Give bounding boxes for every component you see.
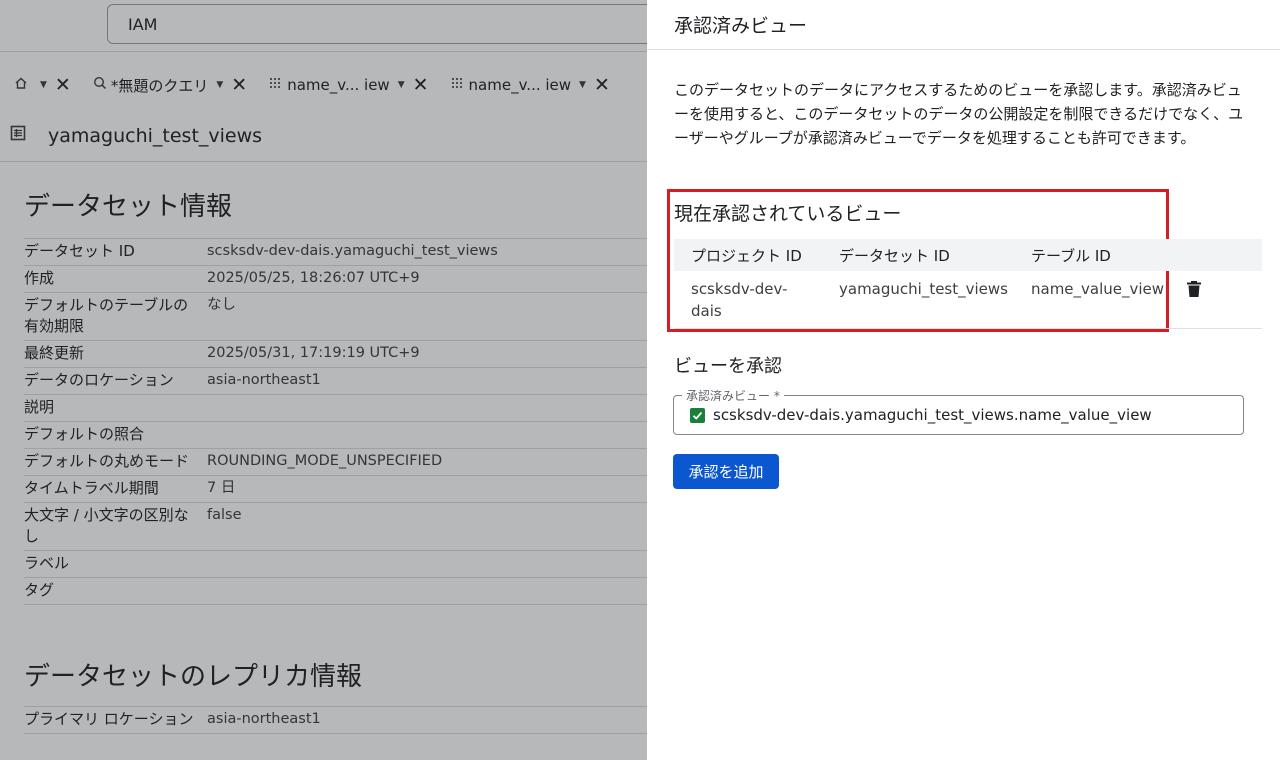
checkbox-checked-icon — [690, 407, 705, 423]
authorize-view-title: ビューを承認 — [674, 356, 782, 377]
column-header: データセット ID — [822, 239, 1014, 271]
delete-cell — [1186, 271, 1262, 329]
panel-description: このデータセットのデータにアクセスするためのビューを承認します。承認済みビューを… — [674, 81, 1244, 147]
field-value: scsksdv-dev-dais.yamaguchi_test_views.na… — [690, 406, 1152, 424]
field-label: 承認済みビュー * — [682, 387, 784, 404]
column-header: テーブル ID — [1014, 239, 1186, 271]
column-header — [1186, 239, 1262, 271]
authorized-view-field[interactable]: 承認済みビュー * scsksdv-dev-dais.yamaguchi_tes… — [673, 387, 1244, 435]
table-id-cell: name_value_view — [1014, 271, 1186, 329]
project-id-cell: scsksdv-dev-dais — [674, 271, 822, 329]
column-header: プロジェクト ID — [674, 239, 822, 271]
table-header-row: プロジェクト ID データセット ID テーブル ID — [674, 239, 1262, 271]
current-views-title: 現在承認されているビュー — [674, 203, 902, 225]
authorized-views-panel: 承認済みビュー このデータセットのデータにアクセスするためのビューを承認します。… — [647, 0, 1280, 760]
table-row: scsksdv-dev-dais yamaguchi_test_views na… — [674, 271, 1262, 329]
panel-title: 承認済みビュー — [647, 0, 1280, 50]
modal-scrim[interactable] — [0, 0, 647, 760]
authorized-views-table: プロジェクト ID データセット ID テーブル ID scsksdv-dev-… — [674, 239, 1262, 329]
dataset-id-cell: yamaguchi_test_views — [822, 271, 1014, 329]
project-id-text: scsksdv-dev-dais — [691, 280, 788, 320]
add-authorization-button[interactable]: 承認を追加 — [673, 454, 779, 489]
selected-view-text: scsksdv-dev-dais.yamaguchi_test_views.na… — [713, 406, 1152, 424]
delete-icon[interactable] — [1186, 280, 1202, 304]
